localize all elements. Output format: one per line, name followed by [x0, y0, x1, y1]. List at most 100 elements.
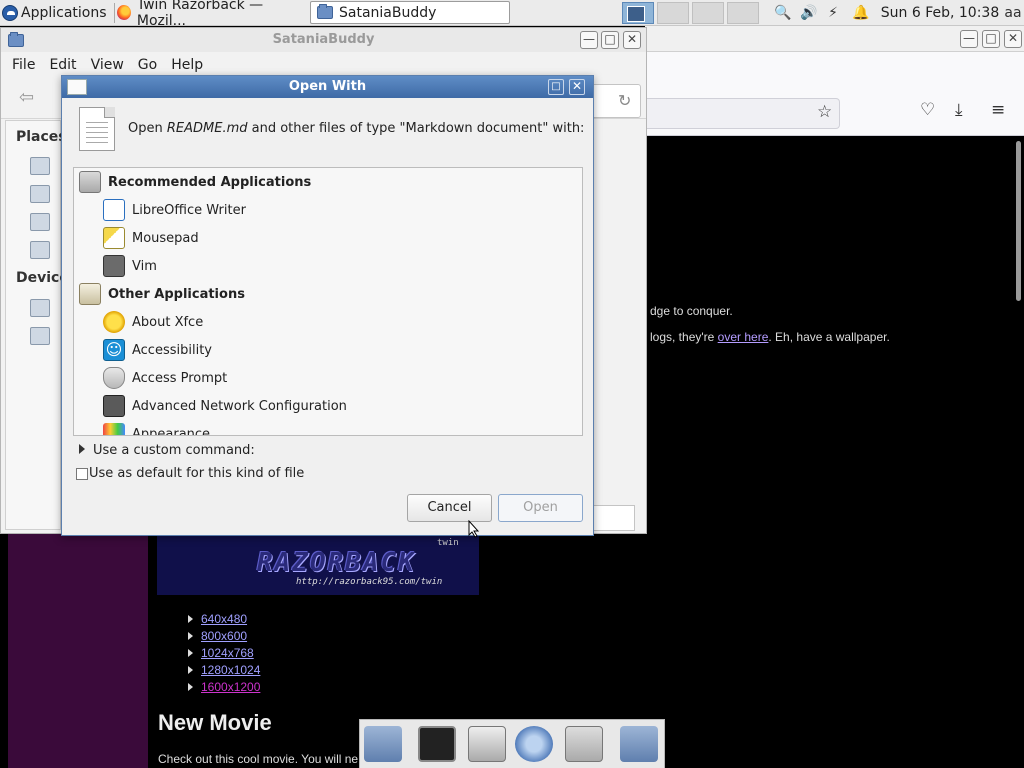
pocket-icon[interactable]: ♡ [920, 100, 935, 120]
close-button[interactable]: ✕ [569, 79, 585, 95]
search-icon[interactable] [565, 726, 603, 762]
shield-icon [103, 367, 125, 389]
app-label: Mousepad [132, 230, 199, 246]
app-label: Advanced Network Configuration [132, 398, 347, 414]
expander-arrow-icon[interactable] [79, 444, 85, 454]
bullet-icon [188, 648, 193, 657]
file-manager-titlebar: SataniaBuddy — □ ✕ [1, 28, 646, 52]
bullet-icon [188, 614, 193, 623]
star-icon [103, 311, 125, 333]
menu-icon[interactable]: ≡ [991, 100, 1005, 120]
file-cabinet-icon[interactable] [468, 726, 506, 762]
web-browser-icon[interactable] [515, 726, 553, 762]
power-icon[interactable]: ⚡ [822, 0, 844, 25]
banner-title: RAZORBACK [257, 548, 416, 578]
network-icon[interactable]: 🔍 [772, 0, 794, 25]
prompt-text: Open [128, 121, 167, 136]
folder-icon[interactable] [620, 726, 658, 762]
cancel-button[interactable]: Cancel [407, 494, 492, 522]
xfce-logo-icon [2, 4, 18, 21]
app-label: About Xfce [132, 314, 204, 330]
volume-icon[interactable]: 🔊 [798, 0, 820, 25]
list-item: 1600x1200 [188, 678, 260, 695]
terminal-icon[interactable] [418, 726, 456, 762]
user-label[interactable]: aa [1002, 0, 1024, 25]
taskbar-item-firefox[interactable]: Twin Razorback — Mozil... [110, 0, 310, 29]
firefox-window: — □ ✕ ☆ ♡ ⤓ ≡ dge to conquer. logs, they… [645, 26, 1024, 768]
drive-icon[interactable] [30, 299, 50, 317]
workspace-1[interactable] [622, 2, 654, 24]
bookmark-star-icon[interactable]: ☆ [817, 102, 832, 122]
over-here-link[interactable]: over here [718, 330, 769, 344]
application-list[interactable]: Recommended Applications LibreOffice Wri… [73, 167, 583, 436]
app-label: Vim [132, 258, 157, 274]
taskbar-item-filemanager[interactable]: SataniaBuddy [310, 1, 510, 24]
open-button[interactable]: Open [498, 494, 583, 522]
menu-view[interactable]: View [84, 57, 131, 73]
page-text-line: logs, they're over here. Eh, have a wall… [650, 330, 890, 344]
dialog-prompt: Open README.md and other files of type "… [128, 121, 584, 136]
menu-edit[interactable]: Edit [42, 57, 83, 73]
applications-menu[interactable]: Applications [0, 0, 115, 25]
app-label: Access Prompt [132, 370, 228, 386]
close-button[interactable]: ✕ [1004, 30, 1022, 48]
resolution-link[interactable]: 1024x768 [201, 646, 254, 660]
bullet-icon [188, 631, 193, 640]
section-heading: New Movie [158, 710, 272, 735]
dialog-title: Open With [288, 79, 367, 94]
minimize-button[interactable]: — [960, 30, 978, 48]
app-row-advanced-network[interactable]: Advanced Network Configuration [74, 392, 582, 420]
minimize-button[interactable]: — [580, 31, 598, 49]
maximize-button[interactable]: □ [548, 79, 564, 95]
workspace-2[interactable] [657, 2, 689, 24]
default-checkbox[interactable] [76, 468, 88, 480]
list-item: 1280x1024 [188, 661, 260, 678]
other-header-row: Other Applications [74, 280, 582, 308]
resolution-link[interactable]: 1280x1024 [201, 663, 260, 677]
app-row-access-prompt[interactable]: Access Prompt [74, 364, 582, 392]
list-item: 1024x768 [188, 644, 260, 661]
scrollbar[interactable] [1016, 141, 1021, 301]
home-icon[interactable] [30, 185, 50, 203]
floppy-icon[interactable] [30, 327, 50, 345]
document-icon [79, 107, 115, 151]
side-pane: Places Device [5, 120, 69, 530]
workspace-4[interactable] [727, 2, 759, 24]
web-content: dge to conquer. logs, they're over here.… [645, 136, 1024, 768]
location-bar[interactable]: ↻ [589, 84, 641, 118]
menu-file[interactable]: File [5, 57, 42, 73]
maximize-button[interactable]: □ [601, 31, 619, 49]
menu-go[interactable]: Go [131, 57, 164, 73]
resolution-link[interactable]: 800x600 [201, 629, 247, 643]
close-button[interactable]: ✕ [623, 31, 641, 49]
app-row-vim[interactable]: Vim [74, 252, 582, 280]
workspace-3[interactable] [692, 2, 724, 24]
computer-icon[interactable] [30, 157, 50, 175]
app-row-about-xfce[interactable]: About Xfce [74, 308, 582, 336]
section-text: Check out this cool movie. You will ne [158, 752, 359, 766]
places-header: Places [16, 129, 67, 145]
folder-icon [317, 4, 333, 19]
custom-command-expander[interactable]: Use a custom command: [93, 443, 255, 458]
prompt-filename: README.md [166, 121, 248, 136]
resolution-link[interactable]: 640x480 [201, 612, 247, 626]
menu-help[interactable]: Help [164, 57, 210, 73]
trash-icon[interactable] [30, 241, 50, 259]
clock[interactable]: Sun 6 Feb, 10:38 [880, 0, 1000, 25]
maximize-button[interactable]: □ [982, 30, 1000, 48]
notification-bell-icon[interactable]: 🔔 [850, 0, 872, 25]
download-icon[interactable]: ⤓ [955, 100, 963, 120]
app-row-appearance[interactable]: Appearance [74, 420, 582, 435]
default-checkbox-label[interactable]: Use as default for this kind of file [89, 466, 304, 481]
home-folder-icon[interactable] [364, 726, 402, 762]
taskbar-item-label: Twin Razorback — Mozil... [136, 0, 264, 29]
other-apps-icon [79, 283, 101, 305]
app-row-libreoffice-writer[interactable]: LibreOffice Writer [74, 196, 582, 224]
resolution-link[interactable]: 1600x1200 [201, 680, 260, 694]
desktop-icon[interactable] [30, 213, 50, 231]
url-bar[interactable]: ☆ [645, 98, 840, 129]
app-row-mousepad[interactable]: Mousepad [74, 224, 582, 252]
reload-icon[interactable]: ↻ [618, 91, 631, 110]
back-arrow-icon[interactable]: ⇦ [19, 87, 34, 108]
app-row-accessibility[interactable]: ☺ Accessibility [74, 336, 582, 364]
